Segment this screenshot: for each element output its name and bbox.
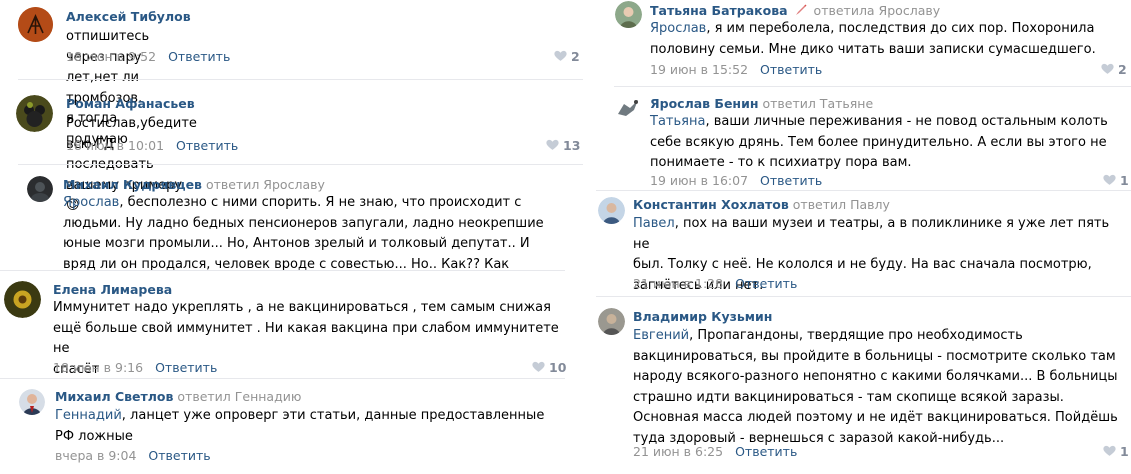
like-count: 10: [549, 360, 567, 375]
reply-button[interactable]: Ответить: [176, 138, 238, 153]
author-line: Алексей Тибулов: [66, 9, 191, 24]
author-name[interactable]: Михаил Светлов: [55, 389, 173, 404]
author-line: Владимир Кузьмин: [633, 309, 772, 324]
avatar[interactable]: [598, 197, 625, 224]
like-button[interactable]: 1: [1103, 173, 1129, 188]
avatar[interactable]: [18, 7, 53, 42]
reply-button[interactable]: Ответить: [148, 448, 210, 463]
reply-button[interactable]: Ответить: [735, 444, 797, 459]
timestamp[interactable]: 19 июн в 15:52: [650, 62, 748, 77]
timestamp[interactable]: вчера в 9:04: [55, 448, 136, 463]
author-name[interactable]: Татьяна Батракова: [650, 3, 788, 18]
comment-text: Евгений, Пропагандоны, твердящие про нео…: [633, 328, 1118, 446]
avatar[interactable]: [598, 308, 625, 335]
comment-meta: 18 июн в 10:01 Ответить: [66, 138, 238, 153]
comment-text: Ярослав, я им переболела, последствия до…: [650, 21, 1096, 57]
reply-button[interactable]: Ответить: [735, 276, 797, 291]
addressee-link[interactable]: Ярослав: [63, 195, 119, 210]
addressee-link[interactable]: Татьяна: [650, 114, 705, 129]
author-line: Ярослав Бенин ответил Татьяне: [650, 96, 873, 111]
avatar[interactable]: [27, 176, 53, 202]
heart-icon: [1101, 63, 1114, 74]
author-name[interactable]: Ярослав Бенин: [650, 96, 758, 111]
like-button[interactable]: 13: [546, 138, 580, 153]
author-name[interactable]: Михаил Кудрявцев: [63, 177, 202, 192]
comment-text: Ярослав, бесполезно с ними спорить. Я не…: [63, 195, 544, 272]
timestamp[interactable]: 21 июн в 1:28: [633, 276, 723, 291]
like-count: 1: [1120, 173, 1129, 188]
author-name[interactable]: Константин Хохлатов: [633, 197, 789, 212]
author-name[interactable]: Роман Афанасьев: [66, 96, 195, 111]
comment-text: Татьяна, ваши личные переживания - не по…: [650, 114, 1108, 170]
replied-to[interactable]: ответил Татьяне: [762, 96, 873, 111]
replied-to[interactable]: ответил Ярославу: [206, 177, 325, 192]
reply-button[interactable]: Ответить: [168, 49, 230, 64]
addressee-link[interactable]: Павел: [633, 216, 675, 231]
divider: [18, 164, 583, 165]
avatar[interactable]: [19, 389, 45, 415]
heart-icon: [546, 139, 559, 150]
heart-icon: [554, 50, 567, 61]
like-button[interactable]: 1: [1103, 444, 1129, 459]
author-line: Михаил Кудрявцев ответил Ярославу: [63, 177, 325, 192]
timestamp[interactable]: 18 июн в 9:16: [53, 360, 143, 375]
divider: [18, 79, 583, 80]
avatar[interactable]: [16, 95, 53, 132]
timestamp[interactable]: 19 июн в 16:07: [650, 173, 748, 188]
comment-meta: вчера в 9:04 Ответить: [55, 448, 211, 463]
author-line: Михаил Светлов ответил Геннадию: [55, 389, 301, 404]
reply-button[interactable]: Ответить: [760, 62, 822, 77]
author-name[interactable]: Владимир Кузьмин: [633, 309, 772, 324]
divider: [596, 296, 1131, 297]
replied-to[interactable]: ответила Ярославу: [814, 3, 941, 18]
divider: [0, 270, 565, 271]
like-count: 1: [1120, 444, 1129, 459]
like-count: 13: [563, 138, 581, 153]
like-button[interactable]: 2: [554, 49, 580, 64]
comment-meta: 21 июн в 1:28 Ответить: [633, 276, 797, 291]
addressee-link[interactable]: Геннадий: [55, 408, 122, 423]
avatar[interactable]: [615, 1, 642, 28]
like-count: 2: [571, 49, 580, 64]
author-line: Татьяна Батракова ответила Ярославу: [650, 3, 940, 18]
timestamp[interactable]: 18 июн в 10:01: [66, 138, 164, 153]
heart-icon: [1103, 174, 1116, 185]
reply-button[interactable]: Ответить: [155, 360, 217, 375]
avatar[interactable]: [614, 96, 642, 122]
divider: [614, 86, 1131, 87]
comment-meta: 19 июн в 15:52 Ответить: [650, 62, 822, 77]
like-count: 2: [1118, 62, 1127, 77]
reply-button[interactable]: Ответить: [760, 173, 822, 188]
divider: [596, 190, 1131, 191]
replied-to[interactable]: ответил Павлу: [793, 197, 890, 212]
comment-meta: 19 июн в 16:07 Ответить: [650, 173, 822, 188]
replied-to[interactable]: ответил Геннадию: [177, 389, 301, 404]
author-name[interactable]: Елена Лимарева: [53, 282, 172, 297]
author-line: Роман Афанасьев: [66, 96, 195, 111]
pen-icon: [795, 4, 807, 15]
heart-icon: [1103, 445, 1116, 456]
author-line: Елена Лимарева: [53, 282, 172, 297]
like-button[interactable]: 2: [1101, 62, 1127, 77]
author-name[interactable]: Алексей Тибулов: [66, 9, 191, 24]
comment-meta: 18 июн в 9:52 Ответить: [66, 49, 230, 64]
addressee-link[interactable]: Ярослав: [650, 21, 706, 36]
avatar[interactable]: [4, 281, 41, 318]
addressee-link[interactable]: Евгений: [633, 328, 689, 343]
comment-meta: 21 июн в 6:25 Ответить: [633, 444, 797, 459]
heart-icon: [532, 361, 545, 372]
like-button[interactable]: 10: [532, 360, 566, 375]
author-line: Константин Хохлатов ответил Павлу: [633, 197, 890, 212]
comment-text: Геннадий, ланцет уже опроверг эти статьи…: [55, 408, 545, 444]
timestamp[interactable]: 18 июн в 9:52: [66, 49, 156, 64]
divider: [0, 378, 565, 379]
comment-meta: 18 июн в 9:16 Ответить: [53, 360, 217, 375]
timestamp[interactable]: 21 июн в 6:25: [633, 444, 723, 459]
